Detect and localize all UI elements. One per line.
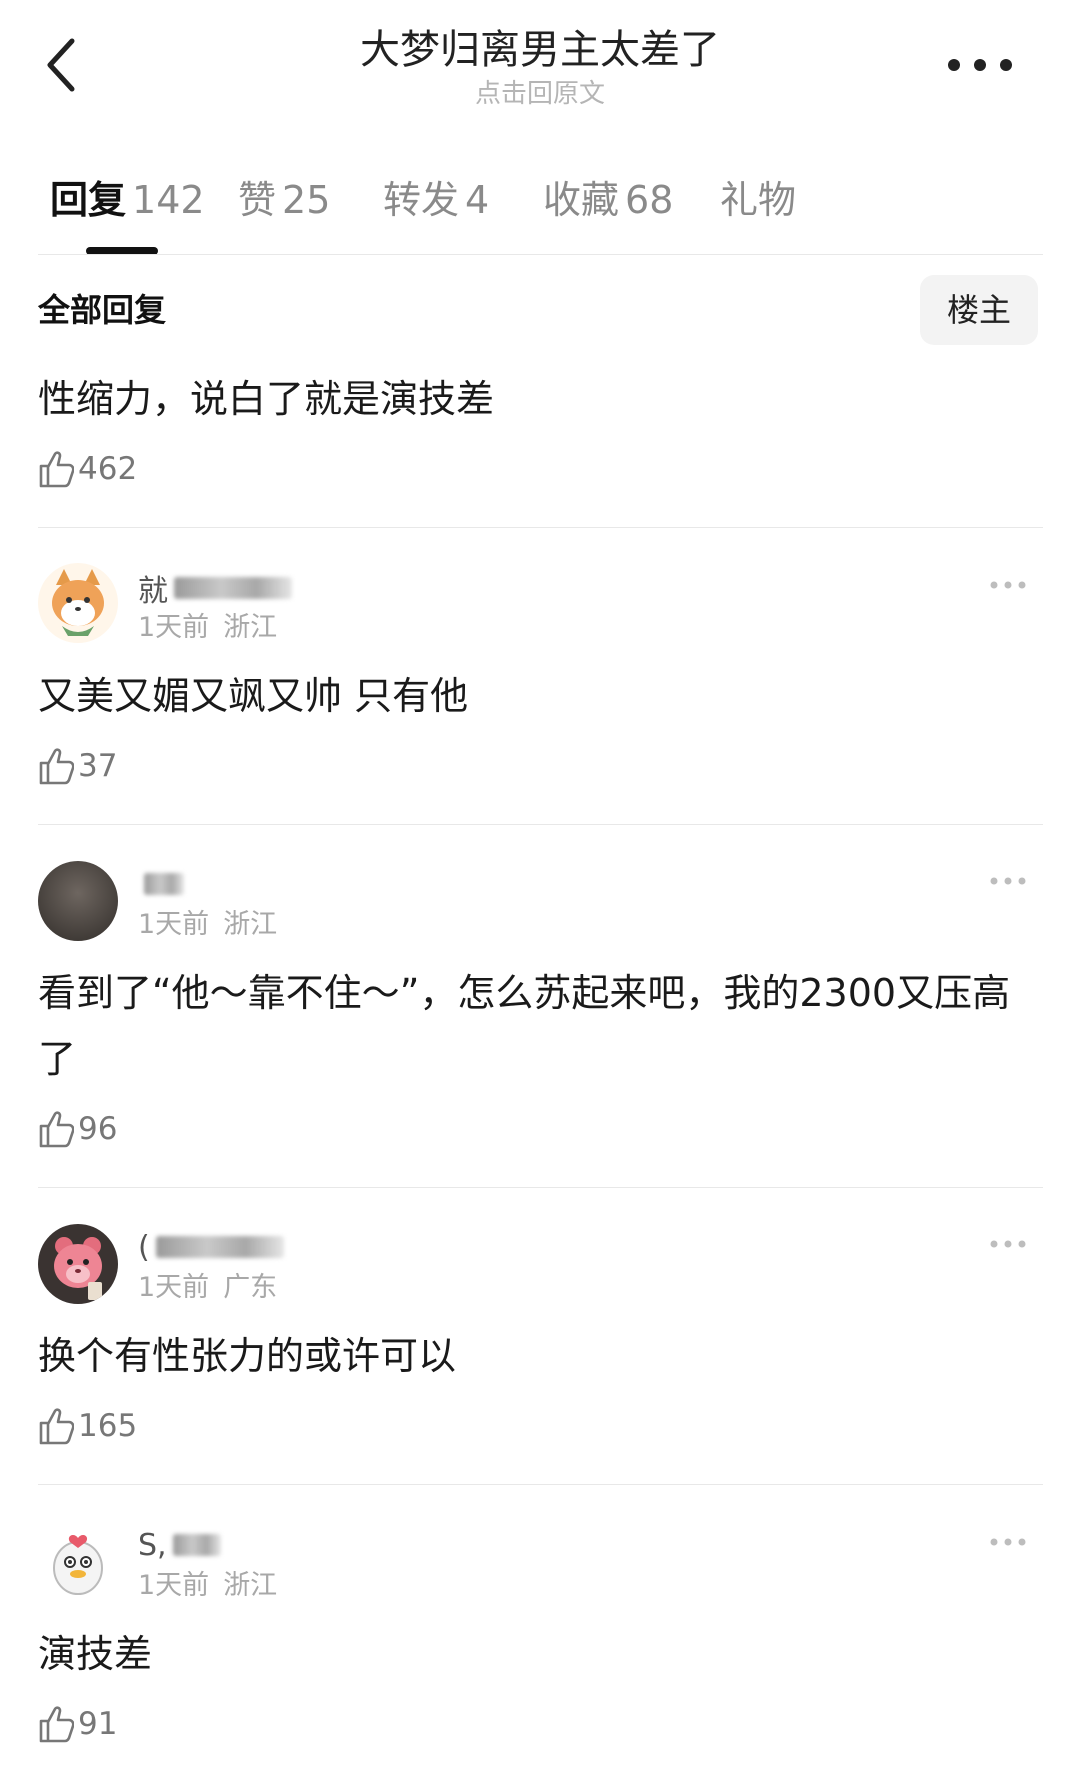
more-options-button[interactable] — [930, 40, 1030, 90]
page-title: 大梦归离男主太差了 — [360, 27, 720, 73]
tab-reposts[interactable]: 转发 4 — [383, 165, 489, 235]
chevron-left-icon — [47, 38, 75, 92]
redacted-username-blur — [172, 1534, 221, 1556]
comment-meta: 1天前 浙江 — [138, 1568, 277, 1604]
user-avatar[interactable] — [38, 563, 118, 643]
comment-divider — [38, 1484, 1043, 1485]
like-button[interactable]: 37 — [38, 741, 117, 791]
owner-only-filter-button[interactable]: 楼主 — [920, 275, 1038, 345]
tab-bar: 回复 142 赞 25 转发 4 收藏 68 礼物 — [38, 165, 1038, 255]
comment-divider — [38, 527, 1043, 528]
shiba-dog-avatar-icon — [38, 563, 118, 643]
username[interactable]: 就 — [138, 570, 292, 609]
comment-more-button[interactable] — [978, 1229, 1038, 1259]
comment-meta: 1天前 浙江 — [138, 907, 277, 943]
comment-time: 1天前 — [138, 909, 210, 940]
more-horizontal-icon — [990, 1538, 1026, 1546]
comment-text: 看到了“他～靠不住～”，怎么苏起来吧，我的2300又压高了 — [38, 971, 1011, 1081]
more-horizontal-icon — [948, 59, 1012, 71]
comment-location: 浙江 — [223, 612, 278, 643]
more-horizontal-icon — [990, 877, 1026, 885]
comment-meta: 1天前 广东 — [138, 1270, 277, 1306]
thumbs-up-icon — [39, 451, 74, 488]
cartoon-duck-avatar-icon — [38, 1522, 118, 1602]
view-original-link[interactable]: 点击回原文 — [240, 78, 840, 110]
comment-time: 1天前 — [138, 1272, 210, 1303]
dark-photo-avatar-icon — [38, 861, 118, 941]
comment-time: 1天前 — [138, 1570, 210, 1601]
redacted-username-blur — [144, 873, 184, 895]
comment-text: 又美又媚又飒又帅 只有他 — [38, 674, 469, 718]
user-avatar[interactable] — [38, 1522, 118, 1602]
tab-replies[interactable]: 回复 142 — [50, 165, 205, 235]
comment-more-button[interactable] — [978, 1527, 1038, 1557]
tab-favorites[interactable]: 收藏 68 — [543, 165, 673, 235]
redacted-username-blur — [174, 577, 292, 599]
tab-gifts[interactable]: 礼物 — [720, 165, 802, 235]
title-block: 大梦归离男主太差了 点击回原文 — [240, 24, 840, 110]
comment-meta: 1天前 浙江 — [138, 610, 277, 646]
all-replies-heading: 全部回复 — [38, 291, 167, 329]
comment-location: 浙江 — [223, 909, 278, 940]
like-button[interactable]: 91 — [38, 1699, 117, 1749]
user-avatar[interactable] — [38, 861, 118, 941]
thumbs-up-icon — [39, 748, 74, 785]
thumbs-up-icon — [39, 1706, 74, 1743]
username[interactable]: S, — [138, 1527, 221, 1563]
like-button[interactable]: 96 — [38, 1104, 117, 1154]
tabs-divider — [38, 254, 1043, 255]
thumbs-up-icon — [39, 1408, 74, 1445]
comment-text: 换个有性张力的或许可以 — [38, 1334, 457, 1378]
like-button[interactable]: 165 — [38, 1401, 137, 1451]
user-avatar[interactable] — [38, 1224, 118, 1304]
comment-more-button[interactable] — [978, 570, 1038, 600]
comment-text: 性缩力，说白了就是演技差 — [38, 377, 495, 421]
comment-divider — [38, 1187, 1043, 1188]
tab-likes[interactable]: 赞 25 — [238, 165, 330, 235]
comment-more-button[interactable] — [978, 866, 1038, 896]
thumbs-up-icon — [39, 1111, 74, 1148]
top-bar: 大梦归离男主太差了 点击回原文 — [0, 0, 1080, 120]
comment-text: 演技差 — [38, 1632, 153, 1676]
comment-time: 1天前 — [138, 612, 210, 643]
like-button[interactable]: 462 — [38, 444, 137, 494]
username[interactable] — [138, 866, 184, 902]
back-button[interactable] — [30, 30, 90, 100]
strawberry-bear-avatar-icon — [38, 1224, 118, 1304]
comment-location: 广东 — [223, 1272, 278, 1303]
redacted-username-blur — [155, 1236, 284, 1258]
more-horizontal-icon — [990, 1240, 1026, 1248]
more-horizontal-icon — [990, 581, 1026, 589]
comment-divider — [38, 824, 1043, 825]
comment-location: 浙江 — [223, 1570, 278, 1601]
username[interactable]: ( — [138, 1229, 284, 1265]
